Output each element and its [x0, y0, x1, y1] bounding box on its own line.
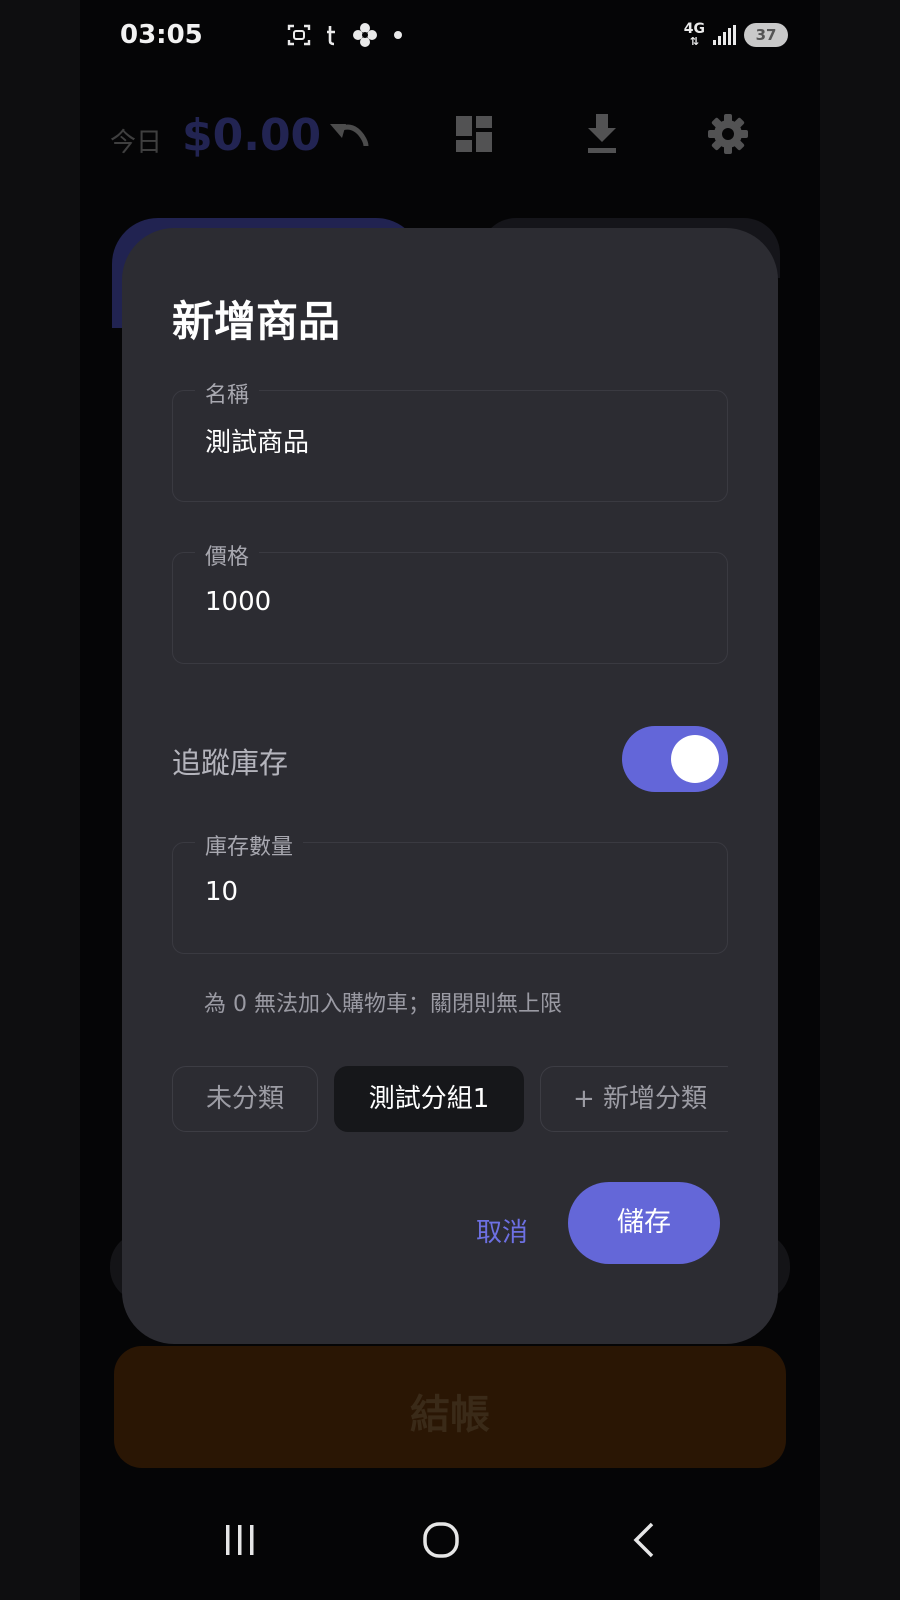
side-margin-right — [820, 0, 900, 1600]
screenshot-icon — [287, 24, 311, 46]
today-amount: $0.00 — [182, 110, 322, 161]
dialog-title: 新增商品 — [172, 297, 341, 346]
today-label: 今日 — [110, 128, 163, 158]
signal-icon — [713, 24, 736, 45]
save-button[interactable]: 儲存 — [568, 1182, 720, 1264]
home-icon[interactable] — [422, 1520, 460, 1560]
price-field[interactable]: 價格 — [172, 539, 728, 664]
price-input[interactable] — [205, 587, 705, 617]
track-inventory-label: 追蹤庫存 — [172, 746, 289, 780]
pinwheel-icon — [353, 23, 377, 47]
phone-screen: 03:05 4G ⇅ 37 今日 $0.00 結帳 新增商品 名稱 測試商品 價… — [80, 0, 820, 1600]
stock-quantity-label: 庫存數量 — [195, 829, 304, 861]
cancel-button[interactable]: 取消 — [462, 1208, 542, 1258]
stock-quantity-field[interactable]: 庫存數量 — [172, 829, 728, 954]
status-system-icons: 4G ⇅ 37 — [684, 22, 788, 47]
checkout-button[interactable]: 結帳 — [114, 1346, 786, 1468]
track-inventory-row: 追蹤庫存 — [172, 726, 728, 792]
price-field-label: 價格 — [195, 539, 260, 571]
status-time: 03:05 — [120, 20, 203, 50]
add-category-chip[interactable]: + 新增分類 — [540, 1066, 728, 1132]
status-bar: 03:05 4G ⇅ 37 — [80, 0, 820, 76]
track-inventory-toggle[interactable] — [622, 726, 728, 792]
dot-icon — [394, 31, 402, 39]
category-chip-uncategorized[interactable]: 未分類 — [172, 1066, 318, 1132]
name-field-label: 名稱 — [195, 377, 260, 409]
dashboard-icon[interactable] — [454, 114, 494, 154]
back-icon[interactable] — [628, 1520, 658, 1560]
status-notification-icons — [286, 22, 404, 48]
gear-icon[interactable] — [706, 112, 750, 156]
category-chip-selected[interactable]: 測試分組1 — [334, 1066, 524, 1132]
t-app-icon — [327, 26, 335, 46]
stock-quantity-input[interactable] — [205, 877, 705, 907]
navigation-bar — [80, 1500, 820, 1600]
network-type: 4G ⇅ — [683, 21, 705, 48]
category-chips: 未分類 測試分組1 + 新增分類 — [172, 1066, 728, 1132]
undo-icon[interactable] — [326, 114, 370, 158]
toggle-knob — [671, 735, 719, 783]
name-field[interactable]: 名稱 — [172, 377, 728, 502]
stock-helper-text: 為 0 無法加入購物車；關閉則無上限 — [204, 992, 562, 1017]
data-arrows-icon: ⇅ — [689, 35, 699, 48]
recent-apps-icon[interactable] — [222, 1522, 258, 1558]
app-bar: 今日 $0.00 — [80, 100, 820, 180]
checkout-label: 結帳 — [410, 1392, 490, 1438]
download-icon[interactable] — [582, 112, 622, 156]
side-margin-left — [0, 0, 80, 1600]
add-product-dialog: 新增商品 名稱 價格 追蹤庫存 庫存數量 為 0 無法加入購物車；關閉則無上限 … — [122, 228, 778, 1344]
name-input[interactable] — [205, 425, 705, 455]
battery-icon: 37 — [744, 22, 788, 47]
